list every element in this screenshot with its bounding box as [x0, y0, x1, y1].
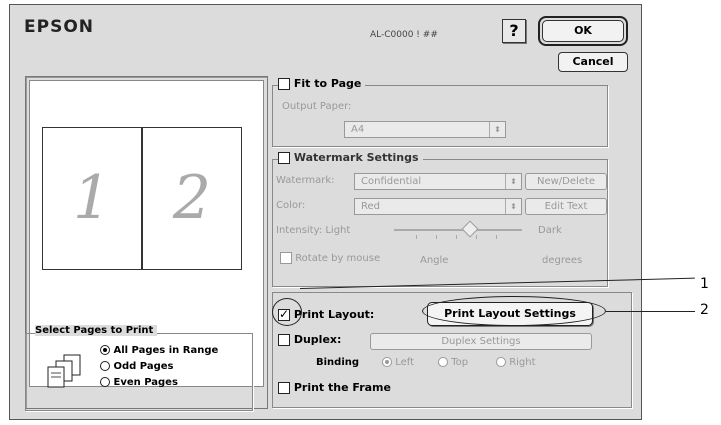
binding-left-radio[interactable] [382, 357, 392, 367]
watermark-popup[interactable]: Confidential ⬍ [354, 173, 522, 190]
duplex-label: Duplex: [293, 333, 342, 346]
fit-to-page-checkbox[interactable] [278, 78, 290, 90]
cancel-button[interactable]: Cancel [558, 52, 628, 72]
slider-track [394, 229, 522, 231]
output-paper-label: Output Paper: [282, 101, 352, 112]
callout-1-circle [272, 298, 302, 326]
binding-option-top[interactable]: Top [438, 357, 468, 368]
intensity-label: Intensity: Light [276, 225, 351, 236]
callout-1-number: 1 [700, 276, 709, 292]
callout-2-number: 2 [700, 302, 709, 318]
degrees-label: degrees [542, 255, 583, 266]
new-delete-button[interactable]: New/Delete [525, 173, 607, 190]
rotate-by-mouse-checkbox[interactable] [280, 252, 292, 264]
intensity-dark-label: Dark [538, 225, 562, 236]
watermark-checkbox[interactable] [278, 152, 290, 164]
pages-even-radio[interactable] [100, 377, 110, 387]
color-value: Red [361, 201, 380, 212]
help-button[interactable]: ? [502, 19, 526, 43]
duplex-settings-button[interactable]: Duplex Settings [370, 333, 592, 350]
output-paper-value: A4 [351, 124, 365, 135]
ok-button-label: OK [542, 20, 624, 42]
edit-text-button[interactable]: Edit Text [525, 198, 607, 215]
watermark-settings-label: Watermark Settings [293, 151, 419, 164]
intensity-slider[interactable] [394, 220, 522, 243]
angle-label: Angle [420, 255, 449, 266]
popup-arrows-icon: ⬍ [505, 199, 521, 214]
preview-page-2: 2 [142, 127, 242, 270]
pages-option-all[interactable]: All Pages in Range [100, 345, 218, 356]
binding-label: Binding [316, 357, 360, 368]
rotate-by-mouse-label: Rotate by mouse [295, 253, 381, 264]
callout-2-line [606, 311, 695, 312]
printer-options-dialog: EPSON AL-C0000 ! ## ? OK Cancel 1 2 Fit … [9, 4, 642, 420]
color-label: Color: [276, 200, 306, 211]
print-frame-label: Print the Frame [293, 381, 391, 394]
select-pages-title: Select Pages to Print [35, 325, 158, 336]
fit-to-page-label: Fit to Page [293, 77, 362, 90]
print-layout-label: Print Layout: [293, 308, 375, 321]
brand-logo: EPSON [24, 17, 94, 37]
pages-all-radio[interactable] [100, 345, 110, 355]
pages-option-odd[interactable]: Odd Pages [100, 361, 173, 372]
pages-option-even[interactable]: Even Pages [100, 377, 178, 388]
callout-2-circle [422, 296, 606, 326]
popup-arrows-icon: ⬍ [505, 174, 521, 189]
ok-button[interactable]: OK [538, 16, 628, 46]
watermark-label: Watermark: [276, 175, 335, 186]
binding-right-radio[interactable] [496, 357, 506, 367]
binding-option-right[interactable]: Right [496, 357, 536, 368]
color-popup[interactable]: Red ⬍ [354, 198, 522, 215]
binding-top-radio[interactable] [438, 357, 448, 367]
binding-option-left[interactable]: Left [382, 357, 414, 368]
pages-stack-icon [47, 354, 81, 388]
popup-arrows-icon: ⬍ [489, 122, 505, 137]
print-frame-checkbox[interactable] [278, 382, 290, 394]
printer-model-label: AL-C0000 ! ## [370, 30, 438, 40]
duplex-checkbox[interactable] [278, 334, 290, 346]
pages-odd-radio[interactable] [100, 361, 110, 371]
watermark-value: Confidential [361, 176, 422, 187]
preview-page-1: 1 [42, 127, 142, 270]
output-paper-popup[interactable]: A4 ⬍ [344, 121, 506, 138]
